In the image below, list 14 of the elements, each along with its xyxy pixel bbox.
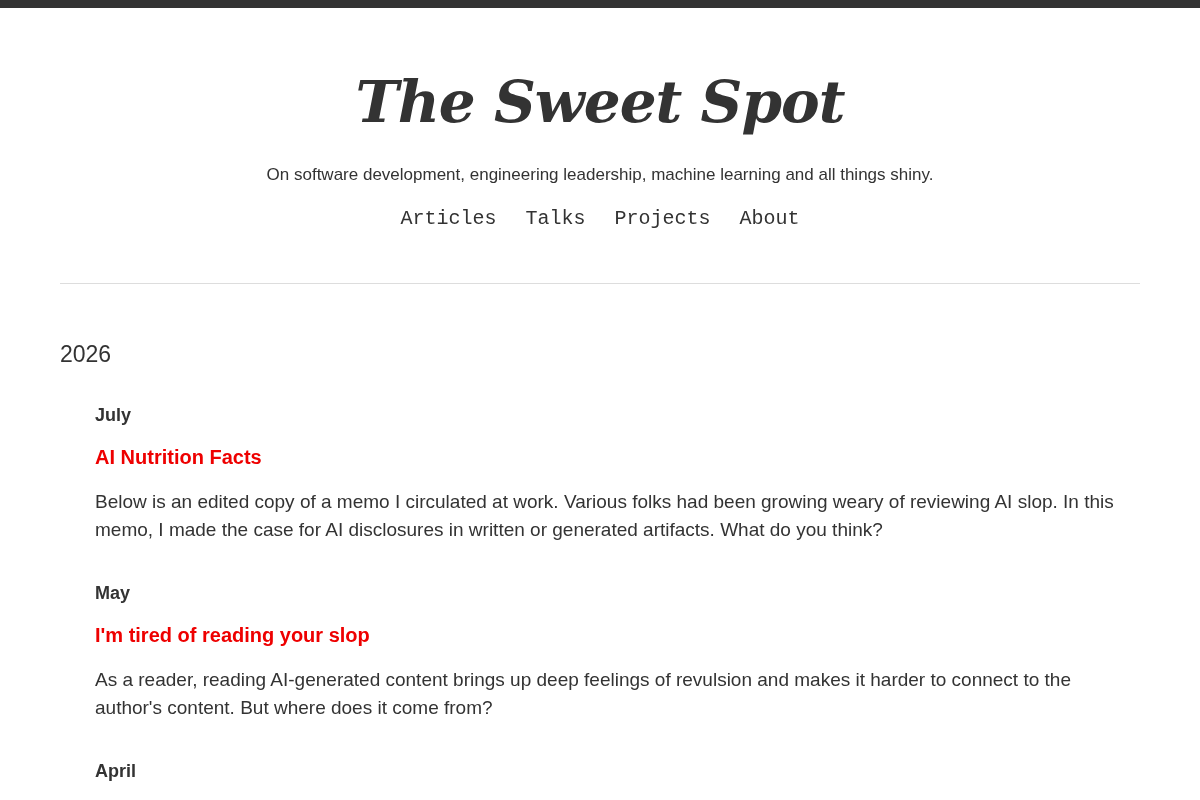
post-title-link[interactable]: AI Nutrition Facts: [95, 444, 262, 470]
post-summary: Below is an edited copy of a memo I circulated at work. Various folks had been growing weary of reviewing AI slop. In this memo, I made the case for AI disclosures in written or generated artifacts. What do you think?: [95, 490, 1115, 542]
nav-link[interactable]: Articles: [400, 206, 497, 232]
month-heading: May: [95, 582, 131, 605]
month-heading: April: [95, 760, 137, 783]
nav-link[interactable]: Projects: [614, 206, 711, 232]
site-title[interactable]: The Sweet Spot: [355, 54, 845, 150]
site-tagline: On software development, engineering leadership, machine learning and all things shiny.: [266, 164, 934, 186]
year-heading: 2026: [60, 340, 113, 369]
nav-link[interactable]: Talks: [525, 206, 586, 232]
post-summary: As a reader, reading AI-generated content brings up deep feelings of revulsion and makes it harder to connect to the author's content. But where does it come from?: [95, 668, 1072, 720]
post-title-link[interactable]: I'm tired of reading your slop: [95, 622, 370, 648]
month-heading: July: [95, 404, 133, 427]
nav-link[interactable]: About: [739, 206, 800, 232]
